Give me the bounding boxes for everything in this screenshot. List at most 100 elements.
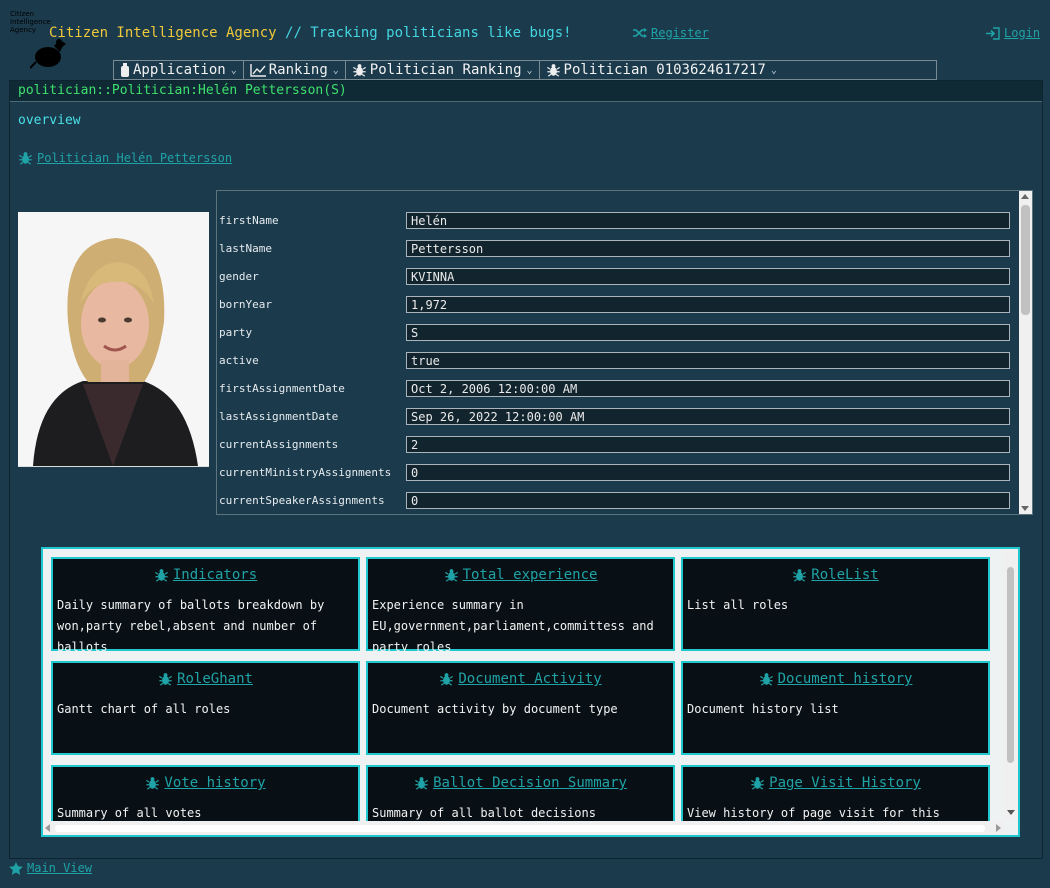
chevron-down-icon: ⌄ <box>526 64 533 76</box>
card-link[interactable]: Total experience <box>463 567 598 583</box>
politician-link-label[interactable]: Politician Helén Pettersson <box>37 151 232 165</box>
bug-icon <box>751 777 765 790</box>
card-description: Document history list <box>687 702 839 716</box>
field-label: active <box>219 353 259 367</box>
menu-bar: Application ⌄ Ranking ⌄ Politician Ranki… <box>113 60 937 80</box>
card-link[interactable]: Vote history <box>164 775 265 791</box>
panel-header: politician::Politician:Helén Pettersson(… <box>10 81 1042 102</box>
scroll-thumb[interactable] <box>1007 567 1014 763</box>
logo-text: Citizen Intelligence Agency <box>10 10 51 34</box>
field-value[interactable]: 0 <box>406 463 1010 481</box>
cards-grid: Indicators Daily summary of ballots brea… <box>51 557 999 823</box>
bug-icon <box>440 673 454 686</box>
cards-grid-container: Indicators Daily summary of ballots brea… <box>41 547 1020 837</box>
register-link[interactable]: Register <box>633 26 709 40</box>
menu-ranking[interactable]: Ranking ⌄ <box>244 61 346 79</box>
form-row-last-assignment-date: lastAssignmentDate Sep 26, 2022 12:00:00… <box>219 406 1010 426</box>
card-vote-history: Vote history Summary of all votes <box>51 765 360 823</box>
scroll-down-icon[interactable] <box>1007 810 1015 815</box>
card-rolelist: RoleList List all roles <box>681 557 990 651</box>
bottle-icon <box>121 63 129 77</box>
politician-link[interactable]: Politician Helén Pettersson <box>18 151 232 165</box>
menu-politician-label: Politician 0103624617217 <box>563 62 766 78</box>
login-link[interactable]: Login <box>986 26 1040 40</box>
card-description: Summary of all ballot decisions <box>372 806 596 820</box>
field-value[interactable]: Oct 2, 2006 12:00:00 AM <box>406 379 1010 397</box>
bug-icon <box>546 64 560 77</box>
site-title: Citizen Intelligence Agency // Tracking … <box>49 25 572 41</box>
site-title-main: Citizen Intelligence Agency <box>49 25 277 41</box>
scroll-left-icon[interactable] <box>45 824 50 832</box>
card-description: Gantt chart of all roles <box>57 702 231 716</box>
site-subtitle: // Tracking politicians like bugs! <box>285 25 572 41</box>
register-label[interactable]: Register <box>651 26 709 40</box>
form-row-gender: gender KVINNA <box>219 266 1010 286</box>
top-bar: Citizen Intelligence Agency Citizen Inte… <box>0 0 1050 69</box>
form-row-bornyear: bornYear 1,972 <box>219 294 1010 314</box>
card-page-visit-history: Page Visit History View history of page … <box>681 765 990 823</box>
menu-application[interactable]: Application ⌄ <box>114 61 244 79</box>
scroll-down-icon[interactable] <box>1021 506 1029 511</box>
card-link[interactable]: RoleGhant <box>177 671 253 687</box>
menu-politician-ranking-label: Politician Ranking <box>369 62 522 78</box>
field-label: currentMinistryAssignments <box>219 465 392 479</box>
field-label: currentAssignments <box>219 437 339 451</box>
field-value[interactable]: KVINNA <box>406 267 1010 285</box>
card-link[interactable]: Page Visit History <box>769 775 921 791</box>
card-description: View history of page visit for this page… <box>687 806 940 820</box>
bug-icon <box>146 777 160 790</box>
menu-politician-ranking[interactable]: Politician Ranking ⌄ <box>346 61 540 79</box>
card-link[interactable]: Document Activity <box>458 671 601 687</box>
field-value[interactable]: Pettersson <box>406 239 1010 257</box>
sign-in-icon <box>986 26 1000 40</box>
form-row-current-speaker-assignments: currentSpeakerAssignments 0 <box>219 490 1010 510</box>
login-label[interactable]: Login <box>1004 26 1040 40</box>
card-link[interactable]: Document history <box>778 671 913 687</box>
field-label: bornYear <box>219 297 272 311</box>
field-value[interactable]: Sep 26, 2022 12:00:00 AM <box>406 407 1010 425</box>
field-label: currentSpeakerAssignments <box>219 493 385 507</box>
field-value[interactable]: S <box>406 323 1010 341</box>
politician-photo <box>18 212 209 467</box>
menu-ranking-label: Ranking <box>268 62 328 78</box>
card-link[interactable]: Indicators <box>173 567 257 583</box>
field-value[interactable]: 0 <box>406 491 1010 509</box>
cards-horizontal-scrollbar[interactable] <box>43 821 1003 835</box>
card-total-experience: Total experience Experience summary in E… <box>366 557 675 654</box>
form-row-current-assignments: currentAssignments 2 <box>219 434 1010 454</box>
card-link[interactable]: RoleList <box>811 567 878 583</box>
field-value[interactable]: Helén <box>406 211 1010 229</box>
bug-icon <box>759 673 773 686</box>
field-value[interactable]: 1,972 <box>406 295 1010 313</box>
bug-icon <box>352 64 366 77</box>
field-label: lastAssignmentDate <box>219 409 339 423</box>
chevron-down-icon: ⌄ <box>332 64 339 76</box>
scroll-up-icon[interactable] <box>1021 194 1029 199</box>
politician-form: firstName Helén lastName Pettersson gend… <box>216 190 1033 515</box>
menu-politician[interactable]: Politician 0103624617217 ⌄ <box>540 61 783 79</box>
chevron-down-icon: ⌄ <box>230 64 237 76</box>
field-value[interactable]: 2 <box>406 435 1010 453</box>
line-chart-icon <box>250 63 266 77</box>
form-row-current-ministry-assignments: currentMinistryAssignments 0 <box>219 462 1010 482</box>
form-row-lastname: lastName Pettersson <box>219 238 1010 258</box>
field-label: party <box>219 325 253 339</box>
field-label: lastName <box>219 241 272 255</box>
cards-vertical-scrollbar[interactable] <box>1003 549 1018 819</box>
scroll-thumb[interactable] <box>1021 205 1030 315</box>
scroll-right-icon[interactable] <box>996 824 1001 832</box>
shuffle-icon <box>633 28 647 38</box>
form-row-firstname: firstName Helén <box>219 210 1010 230</box>
field-label: firstName <box>219 213 279 227</box>
card-document-history: Document history Document history list <box>681 661 990 755</box>
scroll-track[interactable] <box>55 825 985 832</box>
section-title: overview <box>18 113 81 128</box>
star-icon <box>9 861 23 875</box>
card-description: Document activity by document type <box>372 702 618 716</box>
main-view-label[interactable]: Main View <box>27 861 92 875</box>
form-scrollbar[interactable] <box>1019 191 1032 514</box>
field-value[interactable]: true <box>406 351 1010 369</box>
main-view-link[interactable]: Main View <box>9 861 92 875</box>
card-link[interactable]: Ballot Decision Summary <box>433 775 627 791</box>
card-document-activity: Document Activity Document activity by d… <box>366 661 675 755</box>
